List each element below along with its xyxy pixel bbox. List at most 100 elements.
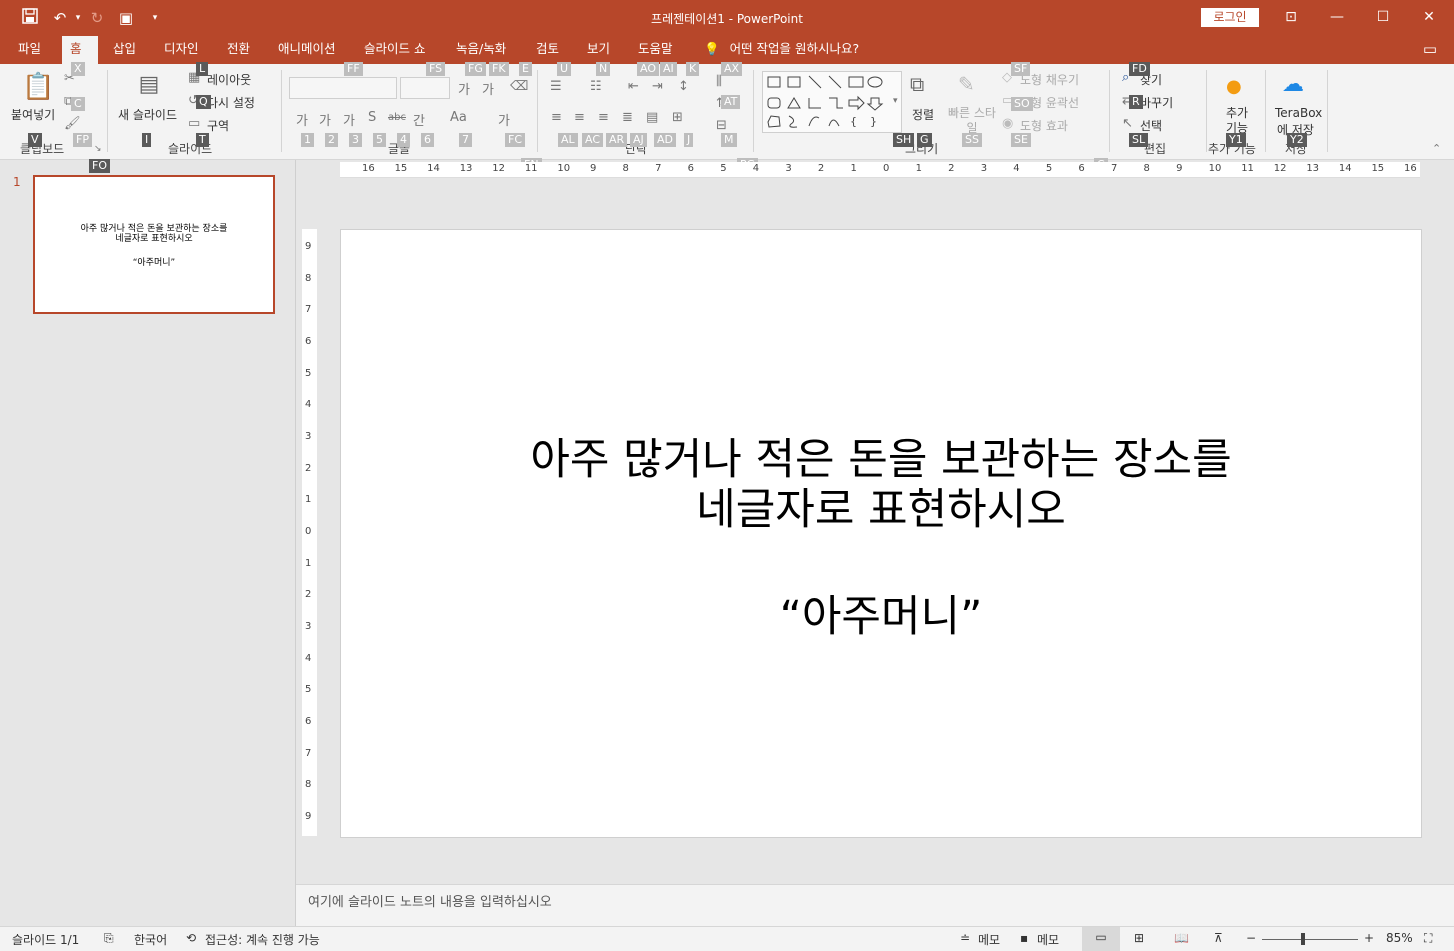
shapes-gallery[interactable]: {}	[762, 71, 902, 133]
tab-home[interactable]: 홈	[62, 36, 98, 64]
tab-animations[interactable]: 애니메이션	[270, 36, 344, 64]
font-size-combo[interactable]	[400, 77, 450, 99]
zoom-slider-thumb[interactable]	[1301, 933, 1305, 945]
tab-record[interactable]: 녹음/녹화	[448, 36, 514, 64]
quick-styles-icon[interactable]: ✎	[958, 72, 975, 96]
keytip-Y1: Y1	[1226, 133, 1246, 147]
collapse-ribbon-icon[interactable]: ⌃	[1432, 142, 1441, 155]
reset-button[interactable]: 다시 설정	[207, 94, 255, 111]
section-icon[interactable]: ▭	[188, 116, 200, 131]
tab-transitions[interactable]: 전환	[219, 36, 258, 64]
justify-icon[interactable]: ≣	[622, 110, 633, 125]
new-slide-button[interactable]: 새 슬라이드	[118, 106, 177, 123]
format-painter-icon[interactable]: 🖌	[64, 116, 81, 131]
tab-review[interactable]: 검토	[528, 36, 567, 64]
accessibility-status[interactable]: 접근성: 계속 진행 가능	[205, 931, 320, 948]
slide-sorter-icon[interactable]: ⊞	[1134, 931, 1144, 945]
notes-pane[interactable]: 여기에 슬라이드 노트의 내용을 입력하십시오	[296, 884, 1454, 927]
underline-button[interactable]: 가	[343, 110, 355, 129]
change-case-button[interactable]: Aa	[450, 110, 467, 125]
shadow-button[interactable]: S	[368, 110, 376, 125]
italic-button[interactable]: 가	[319, 110, 331, 129]
minimize-icon[interactable]: —	[1314, 0, 1360, 34]
slide-text-line-2[interactable]: 네글자로 표현하시오	[341, 485, 1421, 535]
layout-button[interactable]: 레이아웃	[207, 71, 251, 88]
ruler-tick-label: 4	[305, 652, 312, 664]
font-button-2[interactable]: 가	[482, 79, 494, 98]
notes-button[interactable]: 메모	[978, 931, 1000, 948]
keytip-FS: FS	[426, 62, 446, 76]
login-button[interactable]: 로그인	[1201, 8, 1259, 27]
tab-help[interactable]: 도움말	[630, 36, 681, 64]
decrease-indent-icon[interactable]: ⇤	[628, 79, 639, 94]
tab-slideshow[interactable]: 슬라이드 쇼	[356, 36, 433, 64]
align-left-icon[interactable]: ≡	[551, 110, 562, 125]
accessibility-icon[interactable]: ⟲	[186, 931, 196, 945]
align-right-icon[interactable]: ≡	[598, 110, 609, 125]
slide-text-line-3[interactable]: “아주머니”	[341, 592, 1421, 642]
comments-status-icon[interactable]: ▪	[1020, 931, 1028, 945]
zoom-out-button[interactable]: −	[1246, 931, 1256, 945]
shape-effects-button[interactable]: 도형 효과	[1020, 117, 1068, 134]
ribbon-display-icon[interactable]: ⊡	[1268, 0, 1314, 34]
spell-check-icon[interactable]: ⎘	[104, 931, 114, 946]
column-layout-icon[interactable]: ⊞	[672, 110, 683, 125]
paste-icon[interactable]: 📋	[22, 72, 54, 102]
shape-effects-icon[interactable]: ◉	[1002, 116, 1013, 131]
clear-format-icon[interactable]: ⌫	[510, 79, 528, 94]
slide-text-line-1[interactable]: 아주 많거나 적은 돈을 보관하는 장소를	[341, 435, 1421, 485]
shapes-more-icon[interactable]: ▾	[893, 96, 898, 106]
slideshow-icon[interactable]: ⊼	[1214, 931, 1223, 945]
keytip-FC: FC	[505, 133, 526, 147]
select-icon[interactable]: ↖	[1122, 116, 1133, 131]
font-name-combo[interactable]	[289, 77, 397, 99]
language-indicator[interactable]: 한국어	[134, 931, 167, 948]
tab-design[interactable]: 디자인	[156, 36, 207, 64]
align-text-icon[interactable]: ⊟	[716, 118, 727, 133]
font-button-1[interactable]: 가	[458, 79, 470, 98]
zoom-slider-track[interactable]	[1262, 939, 1358, 940]
section-button[interactable]: 구역	[207, 117, 229, 134]
columns-icon[interactable]: ⫼	[716, 74, 722, 89]
notes-icon[interactable]: ≐	[960, 931, 970, 945]
strikethrough-button[interactable]: abc	[388, 112, 406, 123]
new-slide-icon[interactable]: ▤	[134, 72, 164, 102]
arrange-button[interactable]: 정렬	[912, 106, 934, 123]
replace-button[interactable]: 바꾸기	[1140, 94, 1173, 111]
tab-file[interactable]: 파일	[10, 36, 49, 64]
char-spacing-button[interactable]: 간	[413, 110, 425, 129]
terabox-label-line1[interactable]: TeraBox	[1275, 106, 1322, 120]
numbering-icon[interactable]: ☷	[590, 79, 602, 94]
zoom-level[interactable]: 85%	[1386, 931, 1413, 945]
select-button[interactable]: 선택	[1140, 117, 1162, 134]
reading-view-icon[interactable]: 📖	[1174, 931, 1189, 945]
line-spacing-icon[interactable]: ↕	[678, 79, 689, 94]
font-color-icon[interactable]: 가	[498, 110, 510, 129]
clipboard-launcher-icon[interactable]: ↘	[94, 144, 102, 154]
close-icon[interactable]: ✕	[1406, 0, 1452, 34]
comments-icon[interactable]: ▭	[1420, 40, 1440, 60]
tab-view[interactable]: 보기	[579, 36, 618, 64]
normal-view-icon[interactable]: ▭	[1082, 927, 1120, 951]
maximize-icon[interactable]: ☐	[1360, 0, 1406, 34]
tell-me-search[interactable]: 💡 어떤 작업을 원하시나요?	[704, 36, 859, 64]
distributed-icon[interactable]: ▤	[646, 110, 658, 125]
thumb-line-3: “아주머니”	[132, 258, 176, 268]
zoom-in-button[interactable]: +	[1364, 931, 1374, 945]
tab-insert[interactable]: 삽입	[105, 36, 144, 64]
terabox-cloud-icon[interactable]: ☁	[1282, 72, 1304, 97]
quick-styles-button[interactable]: 빠른 스타일	[948, 106, 996, 136]
align-center-icon[interactable]: ≡	[574, 110, 585, 125]
paste-button[interactable]: 붙여넣기	[11, 106, 55, 123]
addins-button[interactable]: 추가 기능	[1223, 106, 1251, 136]
comments-button[interactable]: 메모	[1037, 931, 1059, 948]
arrange-icon[interactable]: ⧉	[910, 72, 924, 96]
slide-thumbnail[interactable]: 아주 많거나 적은 돈을 보관하는 장소를 네글자로 표현하시오 “아주머니”	[33, 175, 275, 314]
increase-indent-icon[interactable]: ⇥	[652, 79, 663, 94]
bullets-icon[interactable]: ☰	[550, 79, 562, 94]
bold-button[interactable]: 가	[296, 110, 308, 129]
slide-canvas[interactable]: 아주 많거나 적은 돈을 보관하는 장소를 네글자로 표현하시오 “아주머니”	[340, 229, 1422, 838]
fit-to-window-icon[interactable]: ⛶	[1424, 931, 1432, 946]
ruler-tick-label: 0	[883, 163, 890, 174]
addins-icon[interactable]: ●	[1226, 76, 1242, 97]
